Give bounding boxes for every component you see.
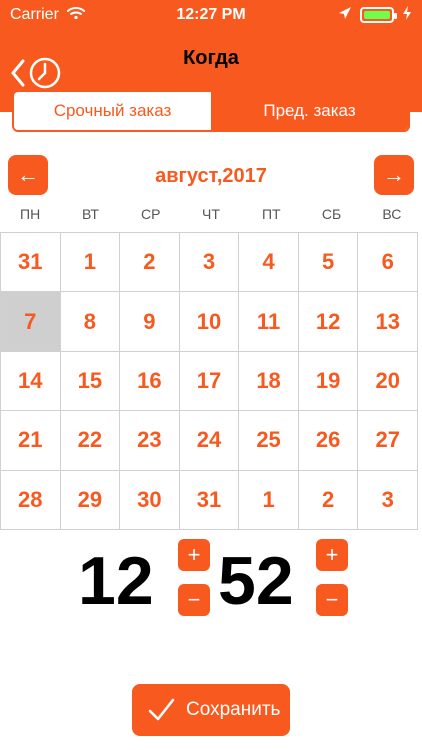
minute-plus-button[interactable]: +	[316, 539, 348, 571]
day-cell[interactable]: 3	[358, 470, 418, 530]
tab-preorder[interactable]: Пред. заказ	[211, 92, 408, 130]
weekday-tue: ВТ	[81, 206, 99, 222]
minute-value: 52	[218, 543, 294, 619]
weekday-sat: СБ	[321, 206, 342, 222]
day-cell[interactable]: 27	[358, 411, 418, 471]
day-cell[interactable]: 30	[120, 470, 180, 530]
carrier: Carrier	[10, 6, 59, 23]
day-cell[interactable]: 22	[60, 411, 121, 471]
day-cell[interactable]: 16	[120, 351, 180, 412]
day-cell[interactable]: 25	[239, 411, 299, 471]
day-cell[interactable]: 17	[179, 351, 240, 412]
page-title: Когда	[183, 47, 239, 69]
day-cell[interactable]: 8	[60, 292, 121, 352]
day-cell[interactable]: 26	[298, 411, 359, 471]
plus-icon: +	[325, 542, 339, 567]
day-cell[interactable]: 2	[298, 470, 359, 530]
charging-icon	[402, 5, 412, 25]
day-cell[interactable]: 31	[179, 470, 240, 530]
day-cell[interactable]: 3	[179, 233, 240, 293]
minute-minus-button[interactable]: −	[316, 584, 348, 616]
day-cell[interactable]: 31	[1, 233, 61, 293]
day-cell[interactable]: 28	[1, 470, 61, 530]
day-cell[interactable]: 20	[358, 351, 418, 412]
day-cell[interactable]: 4	[239, 233, 299, 293]
weekday-wed: СР	[140, 206, 161, 222]
save-label: Сохранить	[186, 699, 281, 720]
hour-minus-button[interactable]: −	[178, 584, 210, 616]
day-cell[interactable]: 1	[239, 470, 299, 530]
weekday-thu: ЧТ	[202, 206, 220, 222]
order-type-toggle: Срочный заказ Пред. заказ	[12, 90, 410, 132]
plus-icon: +	[187, 542, 201, 567]
day-cell[interactable]: 29	[60, 470, 121, 530]
status-time: 12:27 PM	[176, 6, 246, 23]
day-cell[interactable]: 5	[298, 233, 359, 293]
day-cell[interactable]: 1	[60, 233, 121, 293]
day-cell[interactable]: 18	[239, 351, 299, 412]
check-icon	[148, 698, 175, 721]
weekday-sun: ВС	[382, 206, 402, 222]
minus-icon: −	[325, 587, 339, 612]
tab-urgent-order[interactable]: Срочный заказ	[14, 92, 211, 130]
day-cell[interactable]: 19	[298, 351, 359, 412]
day-cell[interactable]: 24	[179, 411, 240, 471]
day-cell[interactable]: 2	[120, 233, 180, 293]
time-picker: 12 + − 52 + −	[0, 535, 422, 620]
day-cell[interactable]: 11	[239, 292, 299, 352]
day-cell[interactable]: 10	[179, 292, 240, 352]
day-cell[interactable]: 23	[120, 411, 180, 471]
day-cell[interactable]: 9	[120, 292, 180, 352]
wifi-icon	[66, 6, 85, 25]
day-cell[interactable]: 14	[1, 351, 61, 412]
weekday-fri: ПТ	[261, 206, 281, 222]
minus-icon: −	[187, 587, 201, 612]
battery-icon	[360, 7, 397, 23]
status-bar: Carrier 12:27 PM	[0, 0, 422, 30]
weekday-row: ПН ВТ СР ЧТ ПТ СБ ВС	[0, 206, 422, 230]
month-label: август,2017	[155, 165, 267, 187]
save-button[interactable]: Сохранить	[132, 684, 290, 736]
day-cell[interactable]: 15	[60, 351, 121, 412]
day-cell[interactable]: 21	[1, 411, 61, 471]
day-cell[interactable]: 13	[358, 292, 418, 352]
weekday-mon: ПН	[20, 206, 41, 222]
next-month-button[interactable]: →	[374, 155, 414, 195]
day-cell[interactable]: 12	[298, 292, 359, 352]
status-left: Carrier	[10, 6, 85, 25]
location-icon	[338, 6, 352, 25]
hour-value: 12	[78, 543, 154, 619]
right-arrow-icon: →	[383, 162, 405, 187]
day-cell-selected[interactable]: 7	[1, 292, 61, 352]
status-right	[338, 5, 412, 25]
calendar-nav: ← август,2017 →	[0, 155, 422, 199]
calendar-grid: 31 1 2 3 4 5 6 7 8 9 10 11 12 13 14 15 1…	[0, 232, 418, 530]
hour-plus-button[interactable]: +	[178, 539, 210, 571]
day-cell[interactable]: 6	[358, 233, 418, 293]
